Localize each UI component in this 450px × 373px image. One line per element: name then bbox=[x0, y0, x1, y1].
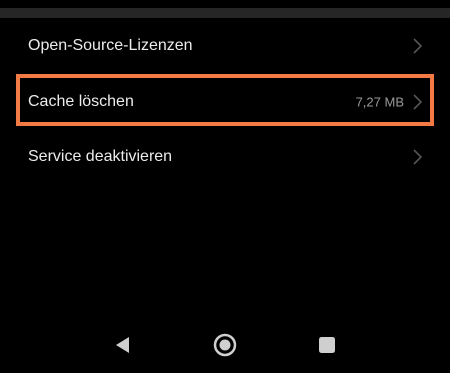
chevron-right-icon bbox=[413, 149, 423, 165]
back-triangle-icon[interactable] bbox=[108, 330, 138, 360]
recents-square-icon[interactable] bbox=[312, 330, 342, 360]
chevron-right-icon bbox=[413, 94, 423, 110]
chevron-right-icon bbox=[413, 38, 423, 54]
list-item-clear-cache[interactable]: Cache löschen 7,27 MB bbox=[0, 74, 450, 130]
list-item-label: Service deaktivieren bbox=[28, 148, 173, 165]
cache-size-value: 7,27 MB bbox=[355, 94, 404, 110]
top-divider-bar bbox=[0, 8, 450, 18]
list-item-disable-service[interactable]: Service deaktivieren bbox=[0, 129, 450, 185]
home-circle-icon[interactable] bbox=[210, 330, 240, 360]
list-item-label: Open-Source-Lizenzen bbox=[28, 37, 193, 54]
list-item-label: Cache löschen bbox=[28, 93, 134, 110]
list-item-open-source-licenses[interactable]: Open-Source-Lizenzen bbox=[0, 18, 450, 74]
navigation-bar bbox=[0, 316, 450, 373]
